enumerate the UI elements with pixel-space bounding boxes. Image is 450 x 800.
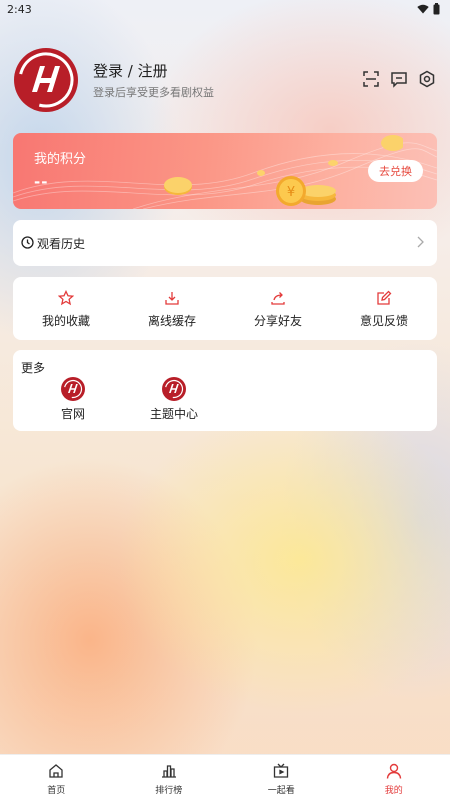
theme-center-label: 主题中心 xyxy=(149,407,198,421)
download-icon xyxy=(165,292,179,305)
tab-ranking[interactable]: 排行榜 xyxy=(113,755,226,800)
official-site-button[interactable]: 官网 xyxy=(33,377,113,422)
feedback-button[interactable]: 意见反馈 xyxy=(331,277,437,340)
favorites-label: 我的收藏 xyxy=(41,314,90,328)
site-logo-icon xyxy=(18,52,74,108)
svg-text:¥: ¥ xyxy=(287,185,295,200)
more-section: 更多 官网 主题中心 xyxy=(13,350,437,431)
site-logo-icon xyxy=(61,377,85,401)
more-title: 更多 xyxy=(21,361,46,375)
battery-icon xyxy=(433,3,440,15)
tab-watch-together-label: 一起看 xyxy=(267,786,295,796)
edit-icon xyxy=(377,290,392,305)
tab-home-label: 首页 xyxy=(47,786,66,796)
bottom-tab-bar: 首页 排行榜 一起看 我的 xyxy=(0,754,450,800)
points-title: 我的积分 xyxy=(34,152,87,167)
share-label: 分享好友 xyxy=(253,314,302,328)
message-icon[interactable] xyxy=(390,70,408,88)
points-card[interactable]: ¥ 我的积分 -- 去兑换 xyxy=(13,133,437,209)
offline-cache-label: 离线缓存 xyxy=(147,314,196,328)
status-icons xyxy=(417,3,440,15)
chevron-right-icon xyxy=(417,236,424,248)
scan-icon[interactable] xyxy=(362,70,380,88)
coin-stack-decoration: ¥ xyxy=(164,135,403,206)
offline-cache-button[interactable]: 离线缓存 xyxy=(119,277,225,340)
tab-home[interactable]: 首页 xyxy=(0,755,113,800)
tab-mine[interactable]: 我的 xyxy=(338,755,450,800)
home-icon xyxy=(49,764,63,778)
tab-mine-label: 我的 xyxy=(384,786,403,796)
clock-icon xyxy=(21,236,34,249)
theme-center-button[interactable]: 主题中心 xyxy=(134,377,214,422)
watch-history-label: 观看历史 xyxy=(37,237,86,251)
settings-icon[interactable] xyxy=(418,70,436,88)
share-button[interactable]: 分享好友 xyxy=(225,277,331,340)
points-value: -- xyxy=(34,173,49,191)
tab-watch-together[interactable]: 一起看 xyxy=(225,755,338,800)
status-bar: 2:43 xyxy=(0,0,450,20)
official-site-label: 官网 xyxy=(60,407,85,421)
share-icon xyxy=(271,292,285,305)
site-logo-icon xyxy=(162,377,186,401)
watch-history-row[interactable]: 观看历史 xyxy=(13,220,437,266)
favorites-button[interactable]: 我的收藏 xyxy=(13,277,119,340)
action-grid: 我的收藏 离线缓存 分享好友 意见反馈 xyxy=(13,277,437,340)
star-icon xyxy=(58,290,74,306)
ranking-icon xyxy=(161,765,176,778)
avatar[interactable] xyxy=(14,48,78,112)
login-title[interactable]: 登录 / 注册 xyxy=(93,60,168,81)
tab-ranking-label: 排行榜 xyxy=(155,786,183,796)
header-icons xyxy=(362,70,436,88)
redeem-button[interactable]: 去兑换 xyxy=(368,160,423,182)
login-subtitle: 登录后享受更多看剧权益 xyxy=(93,86,214,99)
tv-icon xyxy=(274,763,289,778)
status-time: 2:43 xyxy=(7,3,32,16)
user-icon xyxy=(386,763,401,779)
feedback-label: 意见反馈 xyxy=(359,314,408,328)
wifi-icon xyxy=(417,4,429,14)
